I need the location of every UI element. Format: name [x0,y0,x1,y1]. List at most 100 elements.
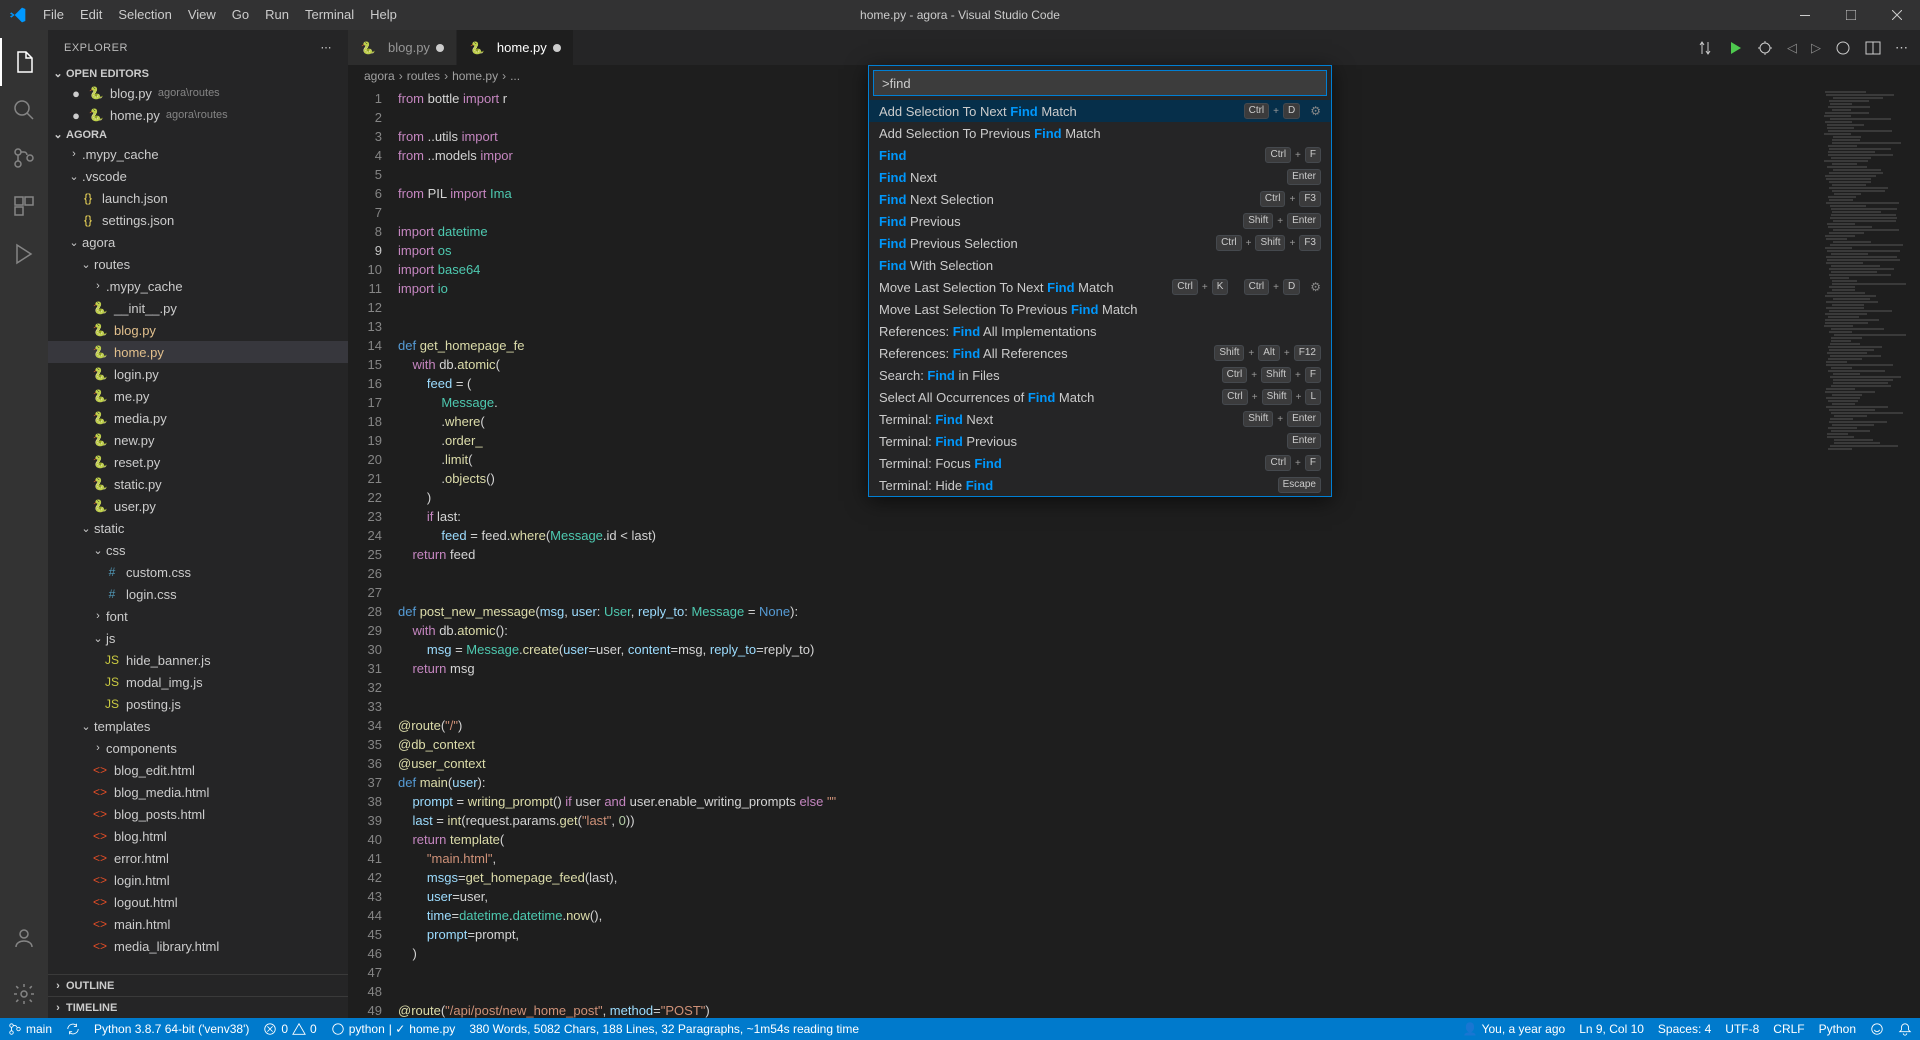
palette-item[interactable]: Find PreviousShift+Enter [869,210,1331,232]
close-button[interactable] [1874,0,1920,30]
file-item[interactable]: JShide_banner.js [48,649,348,671]
file-item[interactable]: 🐍user.py [48,495,348,517]
timeline-section[interactable]: ›TIMELINE [48,996,348,1018]
breadcrumb-item[interactable]: agora [364,69,395,83]
file-item[interactable]: <>blog_posts.html [48,803,348,825]
run-icon[interactable] [1727,40,1743,56]
file-item[interactable]: JSmodal_img.js [48,671,348,693]
editor-tab[interactable]: 🐍blog.py [348,30,457,65]
gear-icon[interactable]: ⚙ [1310,280,1321,294]
maximize-button[interactable] [1828,0,1874,30]
palette-item[interactable]: References: Find All ReferencesShift+Alt… [869,342,1331,364]
folder-item[interactable]: ›.mypy_cache [48,275,348,297]
breadcrumb-item[interactable]: ... [510,69,520,83]
file-item[interactable]: <>blog_media.html [48,781,348,803]
file-item[interactable]: 🐍blog.py [48,319,348,341]
menu-run[interactable]: Run [257,0,297,30]
palette-item[interactable]: Terminal: Focus FindCtrl+F [869,452,1331,474]
command-palette-input[interactable] [873,70,1327,96]
file-item[interactable]: 🐍reset.py [48,451,348,473]
folder-item[interactable]: ⌄static [48,517,348,539]
folder-item[interactable]: ⌄templates [48,715,348,737]
palette-item[interactable]: Move Last Selection To Next Find MatchCt… [869,276,1331,298]
problems-status[interactable]: 0 0 [263,1022,316,1036]
palette-item[interactable]: FindCtrl+F [869,144,1331,166]
minimap[interactable] [1820,87,1920,1018]
menu-selection[interactable]: Selection [110,0,179,30]
compare-changes-icon[interactable] [1697,40,1713,56]
folder-item[interactable]: ›components [48,737,348,759]
folder-item[interactable]: ⌄css [48,539,348,561]
folder-item[interactable]: ⌄routes [48,253,348,275]
settings-activity[interactable] [0,970,48,1018]
indent-status[interactable]: Spaces: 4 [1658,1022,1711,1036]
open-editors-section[interactable]: ⌄OPEN EDITORS [48,65,348,82]
menu-help[interactable]: Help [362,0,405,30]
palette-item[interactable]: Add Selection To Previous Find Match [869,122,1331,144]
eol-status[interactable]: CRLF [1773,1022,1804,1036]
palette-item[interactable]: References: Find All Implementations [869,320,1331,342]
file-item[interactable]: #custom.css [48,561,348,583]
file-item[interactable]: <>blog_edit.html [48,759,348,781]
outline-section[interactable]: ›OUTLINE [48,974,348,996]
menu-go[interactable]: Go [224,0,257,30]
menu-edit[interactable]: Edit [72,0,110,30]
language-status[interactable]: Python [1819,1022,1856,1036]
folder-item[interactable]: ›.mypy_cache [48,143,348,165]
debug-icon[interactable] [1757,40,1773,56]
palette-item[interactable]: Search: Find in FilesCtrl+Shift+F [869,364,1331,386]
palette-item[interactable]: Terminal: Find NextShift+Enter [869,408,1331,430]
workspace-section[interactable]: ⌄AGORA [48,126,348,143]
interpreter-status[interactable]: Python 3.8.7 64-bit ('venv38') [94,1022,249,1036]
file-item[interactable]: 🐍home.py [48,341,348,363]
nav-back-icon[interactable]: ◁ [1787,40,1797,56]
palette-item[interactable]: Find Previous SelectionCtrl+Shift+F3 [869,232,1331,254]
palette-item[interactable]: Move Last Selection To Previous Find Mat… [869,298,1331,320]
encoding-status[interactable]: UTF-8 [1725,1022,1759,1036]
git-branch-status[interactable]: main [8,1022,52,1036]
explorer-activity[interactable] [0,38,48,86]
palette-item[interactable]: Find With Selection [869,254,1331,276]
palette-item[interactable]: Add Selection To Next Find MatchCtrl+D⚙ [869,100,1331,122]
menu-file[interactable]: File [35,0,72,30]
stats-status[interactable]: 380 Words, 5082 Chars, 188 Lines, 32 Par… [469,1022,859,1036]
source-control-activity[interactable] [0,134,48,182]
menu-view[interactable]: View [180,0,224,30]
folder-item[interactable]: ⌄agora [48,231,348,253]
gear-icon[interactable]: ⚙ [1310,104,1321,118]
file-item[interactable]: <>main.html [48,913,348,935]
notifications-icon[interactable] [1898,1022,1912,1036]
file-item[interactable]: 🐍static.py [48,473,348,495]
file-item[interactable]: 🐍__init__.py [48,297,348,319]
extensions-activity[interactable] [0,182,48,230]
cursor-pos-status[interactable]: Ln 9, Col 10 [1579,1022,1644,1036]
folder-item[interactable]: ⌄js [48,627,348,649]
nav-fwd-icon[interactable]: ▷ [1811,40,1821,56]
palette-item[interactable]: Find Next SelectionCtrl+F3 [869,188,1331,210]
file-item[interactable]: 🐍media.py [48,407,348,429]
menu-terminal[interactable]: Terminal [297,0,362,30]
sync-status[interactable] [66,1022,80,1036]
file-item[interactable]: 🐍me.py [48,385,348,407]
more-actions-icon[interactable]: ⋯ [1895,40,1908,56]
open-editor-item[interactable]: ●🐍home.pyagora\routes [48,104,348,126]
file-item[interactable]: <>logout.html [48,891,348,913]
file-item[interactable]: <>blog.html [48,825,348,847]
file-item[interactable]: <>login.html [48,869,348,891]
file-item[interactable]: {}settings.json [48,209,348,231]
minimize-button[interactable] [1782,0,1828,30]
folder-item[interactable]: ›font [48,605,348,627]
palette-item[interactable]: Terminal: Hide FindEscape [869,474,1331,496]
file-item[interactable]: 🐍login.py [48,363,348,385]
run-debug-activity[interactable] [0,230,48,278]
accounts-activity[interactable] [0,914,48,962]
breadcrumb-item[interactable]: routes [407,69,440,83]
file-item[interactable]: 🐍new.py [48,429,348,451]
sidebar-more-icon[interactable]: ⋯ [321,41,333,54]
feedback-icon[interactable] [1870,1022,1884,1036]
file-item[interactable]: <>error.html [48,847,348,869]
editor-tab[interactable]: 🐍home.py [457,30,574,65]
palette-item[interactable]: Find NextEnter [869,166,1331,188]
lsp-status[interactable]: python | ✓ home.py [331,1022,456,1036]
split-editor-icon[interactable] [1865,40,1881,56]
